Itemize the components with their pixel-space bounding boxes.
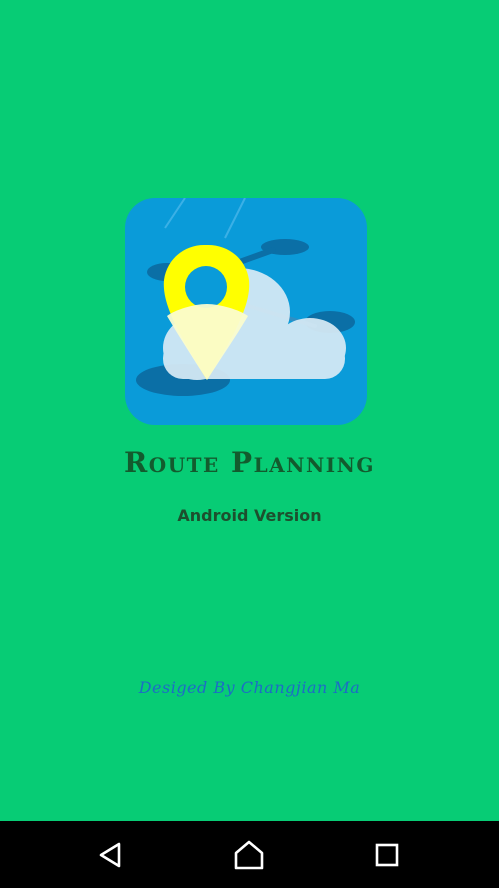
app-logo — [125, 197, 367, 425]
splash-screen: Route Planning Android Version Desiged B… — [0, 0, 499, 821]
home-button[interactable] — [209, 821, 289, 888]
app-subtitle: Android Version — [177, 506, 322, 525]
home-icon — [234, 840, 264, 869]
author-credit: Desiged By Changjian Ma — [138, 678, 361, 697]
recents-button[interactable] — [347, 821, 427, 888]
recents-square-icon — [375, 843, 399, 866]
route-planning-logo-icon — [125, 197, 367, 425]
system-navigation-bar — [0, 821, 499, 888]
back-button[interactable] — [71, 821, 151, 888]
app-title: Route Planning — [124, 446, 375, 479]
back-triangle-icon — [99, 842, 121, 867]
